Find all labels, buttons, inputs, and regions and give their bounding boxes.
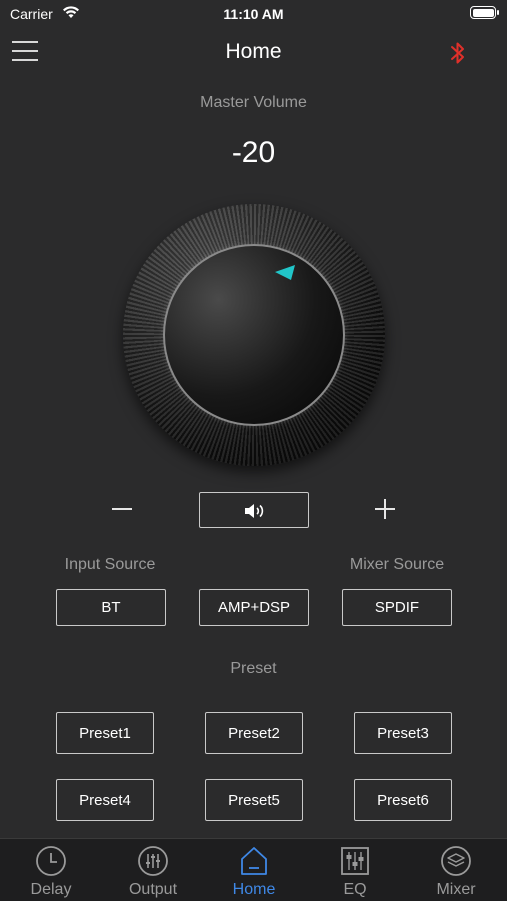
preset-2-button[interactable]: Preset2: [205, 712, 303, 754]
tab-bar: Delay Output Home EQ Mixer: [0, 838, 507, 901]
master-volume-value: -20: [231, 136, 276, 169]
battery-icon: [470, 6, 499, 19]
volume-up-button[interactable]: [370, 494, 400, 524]
status-bar: Carrier 11:10 AM: [0, 0, 507, 28]
knob-cap: [163, 244, 345, 426]
master-volume-label: Master Volume: [200, 94, 307, 111]
volume-knob[interactable]: [123, 204, 385, 466]
layers-icon: [441, 846, 471, 876]
preset-5-button[interactable]: Preset5: [205, 779, 303, 821]
tab-home-label: Home: [232, 881, 276, 898]
tab-eq[interactable]: EQ: [305, 839, 405, 901]
volume-down-button[interactable]: [108, 494, 138, 524]
tab-delay[interactable]: Delay: [1, 839, 101, 901]
mixer-source-label: Mixer Source: [349, 556, 445, 573]
bluetooth-icon[interactable]: [447, 39, 469, 67]
preset-label: Preset: [230, 660, 277, 677]
preset-4-button[interactable]: Preset4: [56, 779, 154, 821]
tab-eq-label: EQ: [343, 881, 367, 898]
tab-output[interactable]: Output: [103, 839, 203, 901]
tab-home[interactable]: Home: [204, 839, 304, 901]
home-icon: [241, 847, 267, 875]
sliders-icon: [138, 846, 168, 876]
mute-button[interactable]: [199, 492, 309, 528]
preset-1-button[interactable]: Preset1: [56, 712, 154, 754]
input-source-label: Input Source: [64, 556, 156, 573]
source-bt-button[interactable]: BT: [56, 589, 166, 626]
page-title: Home: [225, 40, 282, 63]
tab-output-label: Output: [128, 881, 178, 898]
source-amp-dsp-button[interactable]: AMP+DSP: [199, 589, 309, 626]
tab-mixer-label: Mixer: [436, 881, 476, 898]
preset-3-button[interactable]: Preset3: [354, 712, 452, 754]
clock-time: 11:10 AM: [223, 6, 284, 22]
tab-mixer[interactable]: Mixer: [406, 839, 506, 901]
preset-6-button[interactable]: Preset6: [354, 779, 452, 821]
source-spdif-button[interactable]: SPDIF: [342, 589, 452, 626]
equalizer-icon: [341, 847, 369, 875]
speaker-icon: [245, 504, 264, 518]
tab-delay-label: Delay: [30, 881, 72, 898]
clock-icon: [36, 846, 66, 876]
knob-indicator-icon: [275, 265, 295, 280]
